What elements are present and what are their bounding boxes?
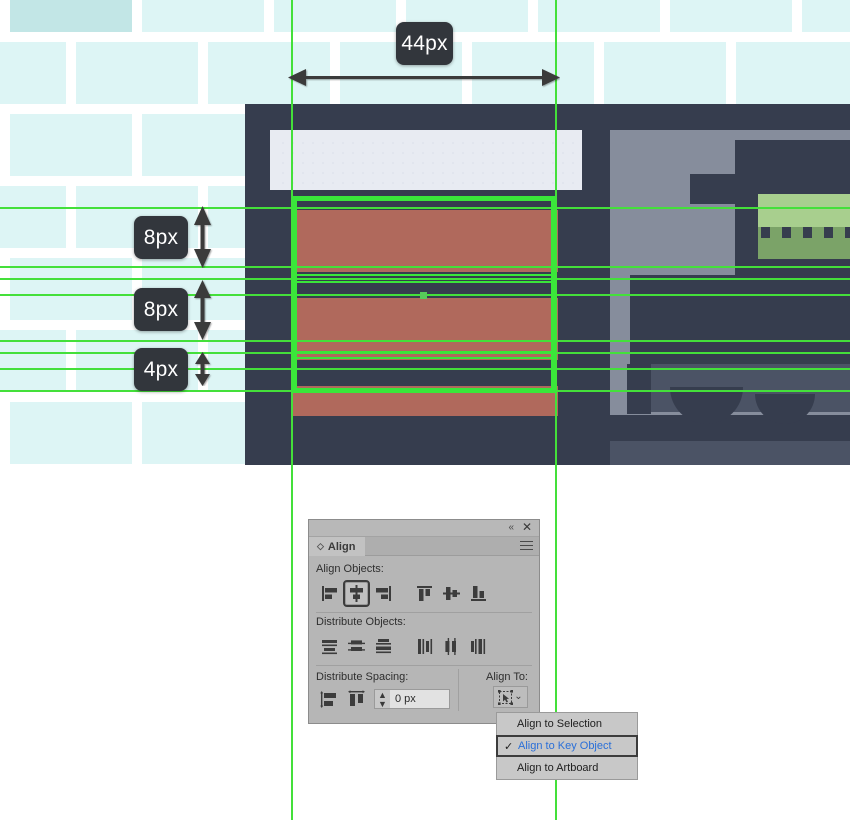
panel-bottom-row: Distribute Spacing: ▲ ▼ 0 px Align To: ⌄ [316, 669, 532, 712]
align-to-dropdown-menu[interactable]: Align to Selection ✓ Align to Key Object… [496, 712, 638, 780]
panel-vertical-separator [458, 669, 459, 711]
panel-body: Align Objects: Distribute Objects: Distr… [309, 556, 539, 712]
align-horizontal-center-button[interactable] [343, 579, 370, 607]
illo2-dark-column [627, 364, 651, 414]
brick [10, 0, 132, 32]
illo2-crenel-4 [824, 227, 833, 238]
align-to-column: Align To: ⌄ [467, 669, 532, 708]
align-to-control-wrap: ⌄ [467, 686, 532, 708]
brick [10, 402, 132, 464]
measure-arrow-gap-2 [194, 280, 211, 340]
menu-item-align-to-key-object[interactable]: ✓ Align to Key Object [496, 735, 638, 757]
illo2-crenel-1 [761, 227, 770, 238]
measure-badge-width: 44px [396, 22, 453, 65]
menu-item-label: Align to Artboard [517, 762, 599, 774]
check-icon: ✓ [504, 741, 514, 753]
panel-tab-row: ◇ Align [309, 537, 539, 556]
guide-vertical-right [555, 0, 557, 820]
illo2-crenel-3 [803, 227, 812, 238]
distribute-objects-label: Distribute Objects: [316, 616, 406, 628]
align-left-edges-button[interactable] [316, 580, 343, 607]
measure-badge-gap-3: 4px [134, 348, 188, 391]
distribute-horizontal-right-button[interactable] [465, 633, 492, 660]
illo2-notch-a [690, 174, 738, 204]
key-object-icon [498, 689, 514, 705]
close-icon[interactable]: ✕ [522, 521, 532, 534]
brick [142, 0, 264, 32]
illo2-bottom-band [610, 441, 850, 465]
distribute-objects-row [316, 631, 532, 661]
illustration-base [245, 440, 605, 465]
tab-align-label: Align [327, 540, 356, 553]
panel-title-bar: « ✕ [309, 520, 539, 537]
align-to-key-object-button[interactable]: ⌄ [493, 686, 528, 708]
align-objects-row [316, 578, 532, 608]
measure-badge-gap-1: 8px [134, 216, 188, 259]
illustration-secondary[interactable] [605, 104, 850, 465]
brick [802, 0, 850, 32]
brick [76, 42, 198, 104]
panel-divider-2 [316, 665, 532, 666]
align-to-label: Align To: [486, 671, 528, 683]
measure-badge-gap-2: 8px [134, 288, 188, 331]
distribute-horizontal-center-button[interactable] [438, 633, 465, 660]
menu-item-align-to-artboard[interactable]: Align to Artboard [497, 757, 637, 779]
distribute-vertical-space-button[interactable] [316, 686, 343, 713]
distribute-spacing-row: ▲ ▼ 0 px [316, 686, 456, 712]
screenshot-root: 44px 8px 8px 4px « ✕ ◇ Align Align Objec… [0, 0, 850, 820]
guide-vertical-left [291, 0, 293, 820]
illo2-halfcircle-2 [755, 394, 815, 424]
align-bottom-edges-button[interactable] [465, 580, 492, 607]
distribute-spacing-column: Distribute Spacing: ▲ ▼ 0 px [316, 669, 456, 712]
distribute-vertical-top-button[interactable] [316, 633, 343, 660]
selection-object-3[interactable] [294, 357, 554, 391]
align-panel[interactable]: « ✕ ◇ Align Align Objects: Distribute Ob… [308, 519, 540, 724]
brick [0, 186, 66, 248]
distribute-spacing-label: Distribute Spacing: [316, 671, 409, 683]
selection-anchor-point[interactable] [420, 292, 427, 299]
brick [736, 42, 850, 104]
distribute-horizontal-space-button[interactable] [343, 686, 370, 713]
stepper-arrows-icon[interactable]: ▲ ▼ [375, 690, 390, 709]
brick [670, 0, 792, 32]
collapse-icon[interactable]: « [508, 522, 513, 533]
measure-arrow-gap-1 [194, 206, 211, 268]
menu-item-label: Align to Key Object [518, 740, 612, 752]
measure-arrow-gap-3 [195, 352, 210, 386]
align-vertical-center-button[interactable] [438, 580, 465, 607]
chevron-down-icon[interactable]: ⌄ [514, 692, 522, 702]
brick [604, 42, 726, 104]
brick [0, 42, 66, 104]
illo2-crenel-5 [845, 227, 850, 238]
illo2-green-panel [758, 194, 850, 229]
spacing-value[interactable]: 0 px [390, 690, 449, 708]
align-right-edges-button[interactable] [370, 580, 397, 607]
align-objects-label: Align Objects: [316, 563, 384, 575]
tab-align[interactable]: ◇ Align [309, 537, 366, 556]
spacing-stepper[interactable]: ▲ ▼ 0 px [374, 689, 450, 709]
measure-arrow-width [288, 69, 560, 86]
distribute-vertical-bottom-button[interactable] [370, 633, 397, 660]
brick [10, 114, 132, 176]
tab-diamond-icon: ◇ [317, 541, 324, 551]
panel-divider-1 [316, 612, 532, 613]
distribute-vertical-center-button[interactable] [343, 633, 370, 660]
panel-menu-icon[interactable] [520, 541, 533, 552]
menu-item-label: Align to Selection [517, 718, 602, 730]
distribute-horizontal-left-button[interactable] [411, 633, 438, 660]
align-top-edges-button[interactable] [411, 580, 438, 607]
illo2-halfcircle-1 [670, 387, 743, 424]
illo2-crenel-2 [782, 227, 791, 238]
selection-object-1[interactable] [294, 198, 554, 276]
menu-item-align-to-selection[interactable]: Align to Selection [497, 713, 637, 735]
